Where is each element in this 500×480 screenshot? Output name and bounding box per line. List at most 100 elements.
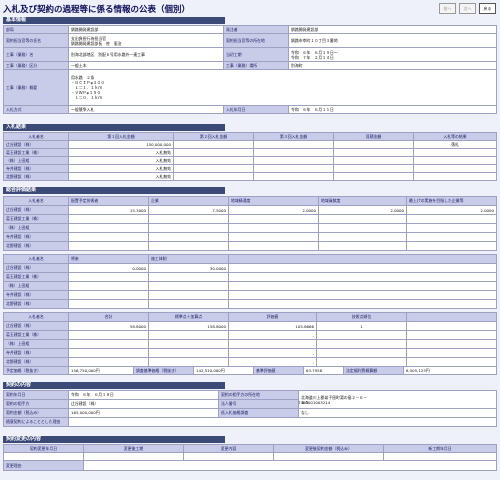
cell [3, 452, 84, 461]
cell [148, 339, 229, 349]
table-row: 葛玉建設工業（株） 入札無効 [3, 148, 497, 157]
cell: 150,000,000 [68, 140, 174, 149]
cell [316, 330, 407, 340]
cell: （株）上田組 [3, 339, 69, 349]
cell: 辻谷建設（株） [3, 321, 69, 331]
cell [228, 214, 319, 224]
cell: 寺井建設（株） [3, 232, 69, 242]
cell [68, 272, 149, 282]
corporate-number: 7460001003214 [298, 400, 331, 405]
toolbar: 前へ 次へ 戻る [439, 3, 496, 14]
cell [406, 339, 497, 349]
col-header: 第３回入札金額 [253, 132, 334, 141]
label: 工事（業務）概要 [3, 69, 69, 106]
cell: （株）上田組 [3, 281, 69, 291]
cell [83, 452, 184, 461]
prev-button[interactable]: 前へ [439, 3, 456, 14]
cell: （株）上田組 [3, 223, 69, 233]
label: 基準評価値 [253, 366, 304, 375]
table-row: 寺井建設（株） - [3, 348, 497, 358]
table-row: 葛玉建設工業（株） [3, 214, 497, 224]
cell [68, 330, 149, 340]
page-title: 入札及び契約の過程等に係る情報の公表（個別） [3, 5, 191, 15]
cell [253, 172, 334, 181]
col-header: 契約変更年月日 [3, 444, 84, 453]
label: 変更理由 [3, 460, 84, 471]
cell: 辻谷建設（株） [3, 263, 69, 273]
category: 一般土木 [68, 61, 224, 70]
table-row: 辻谷建設（株） 0.0000 30.0000 [3, 263, 497, 273]
eval-table-2: 入札者名 将来 施工体制 辻谷建設（株） 0.0000 30.0000 葛玉建設工業（株… [3, 254, 497, 309]
contract-table: 契約年月日 令和 ６年 ６月１８日 契約の相手方の所在地 北海道川上郡弟子屈町湯の島２… [3, 390, 497, 427]
label: 調査基準価格（税抜き） [133, 366, 194, 375]
cell: 辻谷建設（株） [3, 205, 69, 215]
cell: 葛玉建設工業（株） [3, 330, 69, 340]
next-button[interactable]: 次へ [459, 3, 476, 14]
cell: 158.8000 [148, 321, 229, 331]
cell [333, 164, 414, 173]
estimated-price: 156,750,000円 [68, 366, 134, 375]
col-header: 地域貢献度 [318, 196, 407, 206]
cell: 入札無効 [68, 172, 174, 181]
col-header: 見積金額 [333, 132, 414, 141]
label: 契約年月日 [3, 390, 69, 400]
change-table: 契約変更年月日 変更後工期 変更内容 変更後契約金額（税込み） 新工期年月日 変更理由 [3, 444, 497, 471]
label: 工事（業務）名 [3, 47, 69, 62]
table-row: 葛玉建設工業（株） - [3, 330, 497, 340]
contractor: 釧路開発建設部 [288, 25, 497, 34]
cell [148, 299, 229, 309]
cell: 辻谷建設（株） [3, 140, 69, 149]
label: 契約担当官等の所在地 [223, 33, 289, 48]
cell [148, 272, 229, 282]
cell [68, 299, 149, 309]
col-header: 合計 [68, 312, 149, 322]
dept: 釧路開発建設部 [68, 25, 224, 34]
cell [228, 223, 319, 233]
cell [68, 339, 149, 349]
cell [253, 140, 334, 149]
cell [406, 330, 497, 340]
cell: 105.8666 [228, 321, 317, 331]
cell [183, 452, 274, 461]
table-row: 寺井建設（株） [3, 290, 497, 300]
cell [333, 148, 414, 157]
label: 随意契約によることとした理由 [3, 417, 69, 427]
address: 釧路市幸町１０丁目３番地 [288, 33, 497, 48]
col-header: 配置予定技術者 [68, 196, 149, 206]
eval-table-3: 入札者名 合計 標準点＋加算点 評価値 技術点順位 辻谷建設（株） 58.8000 158.… [3, 312, 497, 367]
label: 契約の相手方 [3, 399, 69, 409]
cell [318, 232, 407, 242]
label: 発注者 [223, 25, 289, 34]
table-row: （株）上田組 入札無効 [3, 156, 497, 165]
cell: 葛玉建設工業（株） [3, 272, 69, 282]
cell [413, 172, 497, 181]
cell [406, 223, 497, 233]
col-header: 施工体制 [148, 254, 229, 264]
cell [173, 148, 254, 157]
cell [316, 348, 407, 358]
col-header: 最上げの実施を目指した企業等 [406, 196, 497, 206]
table-row: 辻谷建設（株） 150,000,000 落札 [3, 140, 497, 149]
cell [68, 223, 149, 233]
cell: - [228, 330, 317, 340]
table-row: 寺井建設（株） 入札無効 [3, 164, 497, 173]
price-table: 予定価格（税抜き） 156,750,000円 調査基準価格（税抜き） 142,510… [3, 366, 497, 375]
cell [228, 290, 497, 300]
col-header: 変更後契約金額（税込み） [273, 444, 384, 453]
section-bids: 入札結果 [3, 124, 225, 131]
basic-table: 部局 釧路開発建設部 発注者 釧路開発建設部 契約担当官等の氏名 支出負担行為担当官 釧路… [3, 25, 497, 114]
cell: 2.0000 [318, 205, 407, 215]
table-row: 北野建設（株） 入札無効 [3, 172, 497, 181]
cell: 葛玉建設工業（株） [3, 214, 69, 224]
cell: 1 [316, 321, 407, 331]
base-score: 63.7958 [303, 366, 344, 375]
cell [318, 241, 407, 251]
survey: なし [298, 408, 497, 418]
cell [173, 172, 254, 181]
cell: 寺井建設（株） [3, 348, 69, 358]
back-button[interactable]: 戻る [479, 3, 496, 14]
cell [333, 156, 414, 165]
label: 部局 [3, 25, 69, 34]
cell: 2.0000 [406, 205, 497, 215]
cell: （株）上田組 [3, 156, 69, 165]
